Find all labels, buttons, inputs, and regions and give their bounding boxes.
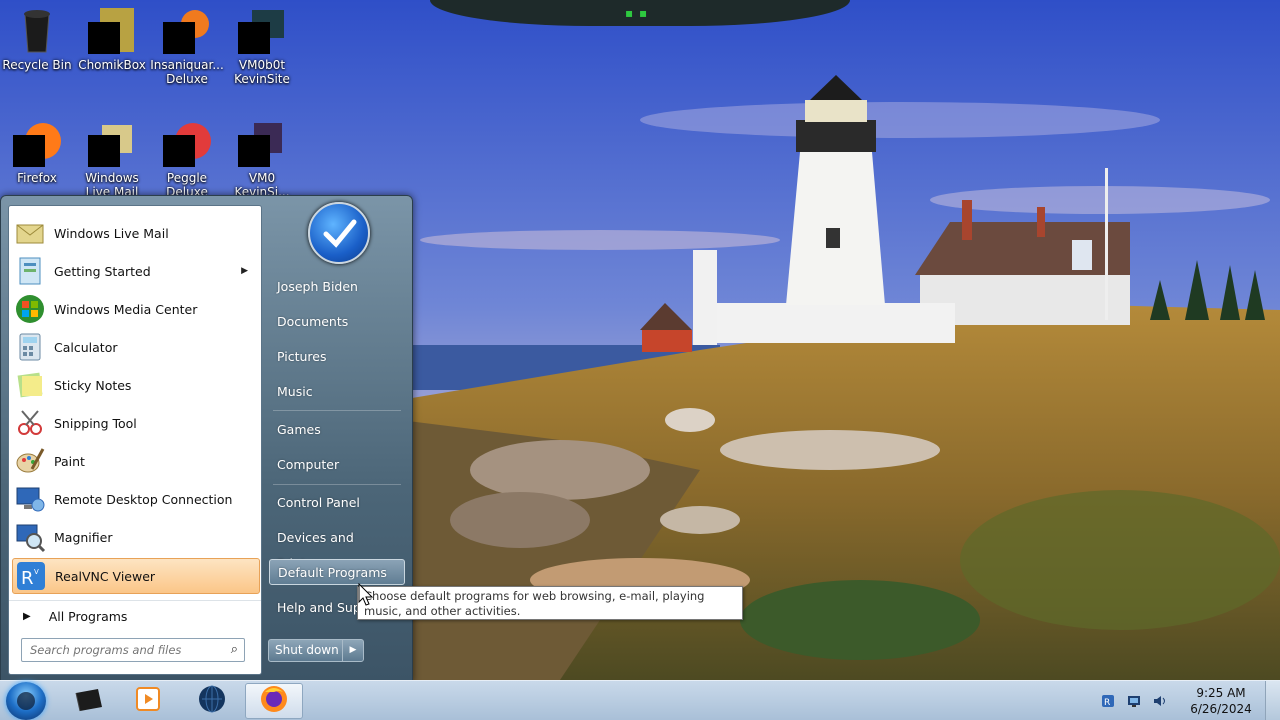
desktop-icon-vm0-kevinsite[interactable]: VM0 KevinSi... (223, 119, 301, 199)
getting-started-icon (14, 255, 46, 287)
peggle-icon (163, 119, 211, 167)
place-pictures[interactable]: Pictures (269, 344, 405, 370)
desktop-icon-vm0b0t[interactable]: VM0b0t KevinSite (223, 6, 301, 86)
network-icon[interactable] (1126, 693, 1142, 709)
program-snipping-tool[interactable]: Snipping Tool (12, 405, 258, 441)
clock-date: 6/26/2024 (1190, 702, 1252, 716)
search-icon[interactable]: ⌕ (231, 642, 238, 657)
remote-desktop-icon (14, 483, 46, 515)
svg-text:R: R (1104, 698, 1110, 708)
mail-icon (14, 217, 46, 249)
start-button[interactable] (6, 682, 46, 720)
start-menu-programs-pane: Windows Live Mail Getting Started ▶ Wind… (8, 205, 262, 675)
all-programs-button[interactable]: ▶ All Programs (9, 600, 261, 631)
program-paint[interactable]: Paint (12, 443, 258, 479)
desktop-icon-windows-live-mail[interactable]: Windows Live Mail (73, 119, 151, 199)
firefox-icon (259, 684, 289, 718)
place-computer[interactable]: Computer (269, 452, 405, 478)
program-windows-media-center[interactable]: Windows Media Center (12, 291, 258, 327)
show-desktop-button[interactable] (1265, 681, 1280, 720)
start-menu: Windows Live Mail Getting Started ▶ Wind… (0, 195, 413, 683)
magnifier-icon (14, 521, 46, 553)
connection-status-icon: ▪ ▪ (625, 6, 649, 20)
firefox-icon (13, 119, 61, 167)
desktop-icon-firefox[interactable]: Firefox (0, 119, 76, 185)
shutdown-button[interactable]: Shut down (269, 640, 343, 661)
shutdown-button-group: Shut down ▶ (268, 639, 364, 662)
sticky-notes-icon (14, 369, 46, 401)
program-magnifier[interactable]: Magnifier (12, 519, 258, 555)
taskbar-app-globe[interactable] (184, 683, 240, 719)
scissors-icon (14, 407, 46, 439)
vnc-icon: RV (15, 560, 47, 592)
user-avatar[interactable] (308, 202, 370, 264)
globe-icon (197, 684, 227, 718)
taskbar-app-firefox[interactable] (245, 683, 303, 719)
system-tray: R 9:25 AM 6/26/2024 (1095, 681, 1280, 720)
place-control-panel[interactable]: Control Panel (269, 490, 405, 516)
taskbar-clock[interactable]: 9:25 AM 6/26/2024 (1181, 685, 1261, 717)
program-remote-desktop-connection[interactable]: Remote Desktop Connection (12, 481, 258, 517)
search-input[interactable] (28, 642, 222, 658)
triangle-right-icon: ▶ (23, 610, 31, 622)
start-search-box[interactable]: ⌕ (21, 638, 245, 662)
separator (273, 410, 401, 411)
program-calculator[interactable]: Calculator (12, 329, 258, 365)
svg-text:V: V (34, 568, 39, 576)
separator (273, 484, 401, 485)
recycle-bin-icon (13, 6, 61, 54)
program-realvnc-viewer[interactable]: RV RealVNC Viewer (12, 558, 260, 594)
mail-icon (88, 119, 136, 167)
shutdown-options-arrow-icon[interactable]: ▶ (343, 640, 363, 661)
place-music[interactable]: Music (269, 379, 405, 405)
calculator-icon (14, 331, 46, 363)
svg-text:R: R (21, 568, 34, 589)
chomikbox-icon (88, 6, 136, 54)
media-center-icon (14, 293, 46, 325)
vm-icon (238, 6, 286, 54)
taskbar-app-terminal[interactable] (60, 683, 116, 719)
volume-icon[interactable] (1152, 693, 1168, 709)
mouse-pointer-icon (358, 582, 374, 607)
taskbar-app-media-player[interactable] (120, 683, 176, 719)
program-getting-started[interactable]: Getting Started ▶ (12, 253, 258, 289)
program-windows-live-mail[interactable]: Windows Live Mail (12, 215, 258, 251)
media-player-icon (134, 685, 162, 717)
place-user-folder[interactable]: Joseph Biden (269, 274, 405, 300)
clock-time: 9:25 AM (1196, 686, 1246, 700)
submenu-arrow-icon[interactable]: ▶ (241, 266, 248, 276)
desktop-icon-recycle-bin[interactable]: Recycle Bin (0, 6, 76, 72)
desktop-icon-chomikbox[interactable]: ChomikBox (73, 6, 151, 72)
place-documents[interactable]: Documents (269, 309, 405, 335)
place-games[interactable]: Games (269, 417, 405, 443)
desktop-icon-peggle[interactable]: Peggle Deluxe (148, 119, 226, 199)
terminal-icon (72, 685, 104, 717)
paint-icon (14, 445, 46, 477)
desktop-icon-insaniquarium[interactable]: Insaniquar... Deluxe (148, 6, 226, 86)
default-programs-tooltip: Choose default programs for web browsing… (357, 586, 743, 620)
vnc-tray-icon[interactable]: R (1100, 693, 1116, 709)
program-sticky-notes[interactable]: Sticky Notes (12, 367, 258, 403)
place-devices-and-printers[interactable]: Devices and Printers (269, 525, 405, 571)
fish-icon (163, 6, 211, 54)
taskbar: R 9:25 AM 6/26/2024 (0, 680, 1280, 720)
place-default-programs[interactable]: Default Programs (269, 559, 405, 585)
vm-icon (238, 119, 286, 167)
